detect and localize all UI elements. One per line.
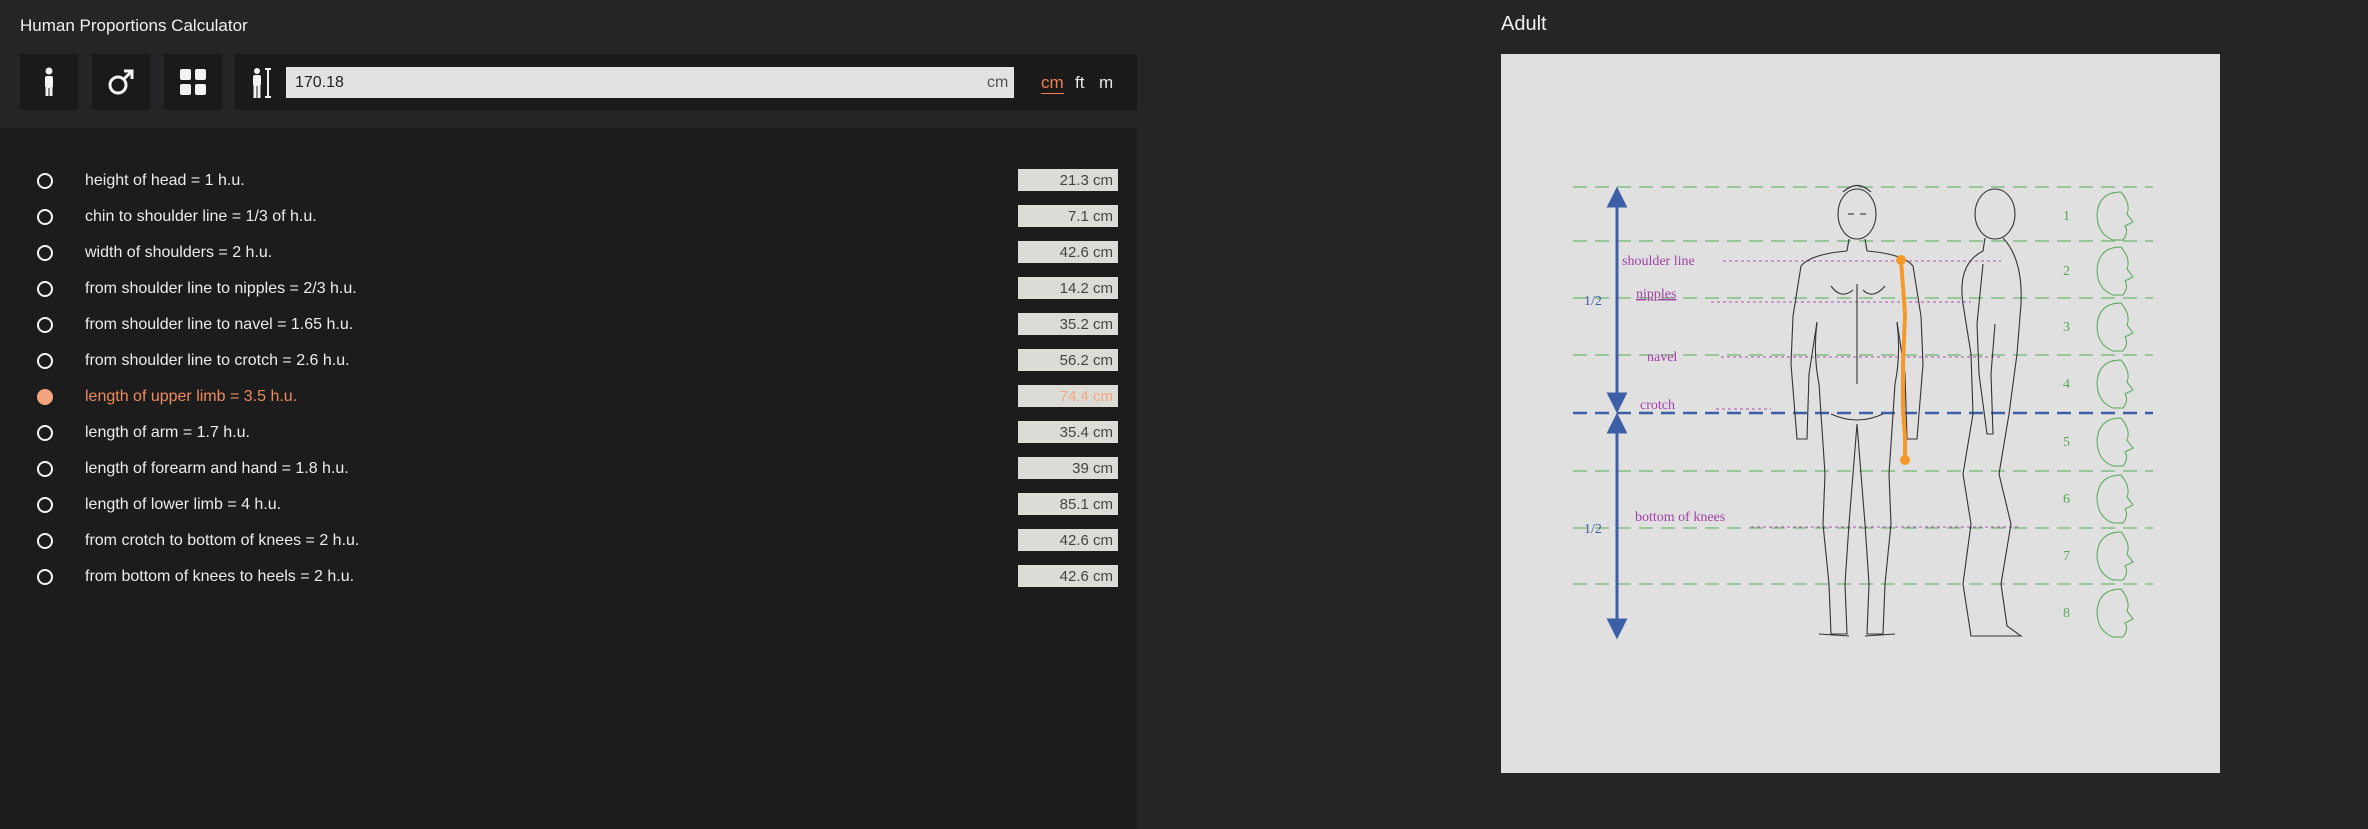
proportion-label: length of upper limb = 3.5 h.u.	[85, 388, 298, 405]
proportion-radio[interactable]	[37, 461, 53, 477]
proportion-radio[interactable]	[37, 353, 53, 369]
proportion-value: 42.6 cm	[1018, 529, 1118, 551]
bottom-of-knees-label: bottom of knees	[1635, 510, 1725, 525]
shoulder-line-label: shoulder line	[1622, 254, 1695, 269]
height-measure-icon	[253, 68, 271, 98]
head-number: 8	[2063, 606, 2070, 621]
half-label-top: 1/2	[1584, 294, 1602, 309]
proportion-value: 42.6 cm	[1018, 565, 1118, 587]
head-number: 7	[2063, 549, 2070, 564]
proportion-radio[interactable]	[37, 317, 53, 333]
proportion-radio[interactable]	[37, 569, 53, 585]
proportion-row[interactable]: from shoulder line to nipples = 2/3 h.u.…	[0, 271, 1137, 307]
proportion-row[interactable]: from crotch to bottom of knees = 2 h.u. 4…	[0, 523, 1137, 559]
head-number: 3	[2063, 320, 2070, 335]
proportion-radio[interactable]	[37, 209, 53, 225]
height-input-group: cm cm ft m	[235, 54, 1137, 110]
head-unit-numbers: 1 2 3 4 5 6 7 8	[2063, 209, 2070, 621]
proportion-label: from bottom of knees to heels = 2 h.u.	[85, 568, 355, 585]
proportion-value: 35.4 cm	[1018, 421, 1118, 443]
proportion-radio[interactable]	[37, 245, 53, 261]
gender-button[interactable]	[92, 54, 150, 110]
landmark-lines	[1711, 260, 2021, 528]
proportion-label: length of lower limb = 4 h.u.	[85, 496, 282, 513]
proportion-row[interactable]: chin to shoulder line = 1/3 of h.u. 7.1 c…	[0, 199, 1137, 235]
nipples-label: nipples	[1636, 287, 1676, 302]
proportion-diagram: 1/2 1/2 shoulder line nipples navel crot…	[1573, 184, 2153, 640]
height-unit-suffix: cm	[987, 74, 1009, 91]
proportion-label: length of forearm and hand = 1.8 h.u.	[85, 460, 349, 477]
proportion-row[interactable]: height of head = 1 h.u. 21.3 cm	[0, 163, 1137, 199]
proportion-value: 42.6 cm	[1018, 241, 1118, 263]
left-panel: Human Proportions Calculator 170.18 cm c…	[0, 0, 1137, 829]
proportion-row[interactable]: width of shoulders = 2 h.u. 42.6 cm	[0, 235, 1137, 271]
proportion-value: 7.1 cm	[1018, 205, 1118, 227]
proportion-row[interactable]: length of arm = 1.7 h.u. 35.4 cm	[0, 415, 1137, 451]
proportion-value: 35.2 cm	[1018, 313, 1118, 335]
proportion-label: from crotch to bottom of knees = 2 h.u.	[85, 532, 360, 549]
proportion-radio[interactable]	[37, 425, 53, 441]
proportion-row[interactable]: from shoulder line to navel = 1.65 h.u. 3…	[0, 307, 1137, 343]
head-number: 4	[2063, 377, 2070, 392]
proportion-label: from shoulder line to navel = 1.65 h.u.	[85, 316, 354, 333]
head-units-column	[2096, 191, 2134, 638]
app-title: Human Proportions Calculator	[20, 16, 248, 35]
male-symbol-icon	[108, 69, 134, 95]
figure-title: Adult	[1501, 13, 1547, 35]
head-number: 2	[2063, 264, 2070, 279]
proportion-label: chin to shoulder line = 1/3 of h.u.	[85, 208, 317, 225]
proportion-label: length of arm = 1.7 h.u.	[85, 424, 250, 441]
proportion-figure: 1/2 1/2 shoulder line nipples navel crot…	[1501, 54, 2220, 773]
proportion-row[interactable]: length of upper limb = 3.5 h.u. 74.4 cm	[0, 379, 1137, 415]
proportion-label: height of head = 1 h.u.	[85, 172, 245, 189]
proportion-value: 56.2 cm	[1018, 349, 1118, 371]
proportion-value: 74.4 cm	[1018, 385, 1118, 407]
proportion-row[interactable]: length of forearm and hand = 1.8 h.u. 39 …	[0, 451, 1137, 487]
person-view-button[interactable]	[20, 54, 78, 110]
proportion-radio[interactable]	[37, 533, 53, 549]
grid-icon	[180, 69, 206, 95]
head-number: 6	[2063, 492, 2070, 507]
proportion-value: 85.1 cm	[1018, 493, 1118, 515]
height-input[interactable]	[286, 67, 1014, 98]
head-number: 5	[2063, 435, 2070, 450]
top-bar: Human Proportions Calculator 170.18 cm c…	[0, 0, 1137, 128]
unit-ft-option[interactable]: ft	[1075, 73, 1084, 93]
proportion-label: from shoulder line to crotch = 2.6 h.u.	[85, 352, 350, 369]
proportion-radio[interactable]	[37, 173, 53, 189]
crotch-label: crotch	[1640, 398, 1675, 413]
unit-m-option[interactable]: m	[1099, 73, 1113, 93]
proportion-value: 39 cm	[1018, 457, 1118, 479]
proportion-value: 21.3 cm	[1018, 169, 1118, 191]
proportion-label: width of shoulders = 2 h.u.	[85, 244, 273, 261]
proportion-row[interactable]: length of lower limb = 4 h.u. 85.1 cm	[0, 487, 1137, 523]
half-label-bottom: 1/2	[1584, 522, 1602, 537]
grid-view-button[interactable]	[164, 54, 222, 110]
person-icon	[45, 67, 53, 96]
head-number: 1	[2063, 209, 2070, 224]
proportion-label: from shoulder line to nipples = 2/3 h.u.	[85, 280, 357, 297]
proportion-radio[interactable]	[37, 281, 53, 297]
proportion-value: 14.2 cm	[1018, 277, 1118, 299]
unit-cm-option[interactable]: cm	[1041, 73, 1064, 94]
proportion-row[interactable]: from bottom of knees to heels = 2 h.u. 42…	[0, 559, 1137, 595]
proportion-row[interactable]: from shoulder line to crotch = 2.6 h.u. 5…	[0, 343, 1137, 379]
navel-label: navel	[1647, 350, 1677, 365]
proportion-radio[interactable]	[37, 497, 53, 513]
proportion-radio[interactable]	[37, 389, 53, 405]
